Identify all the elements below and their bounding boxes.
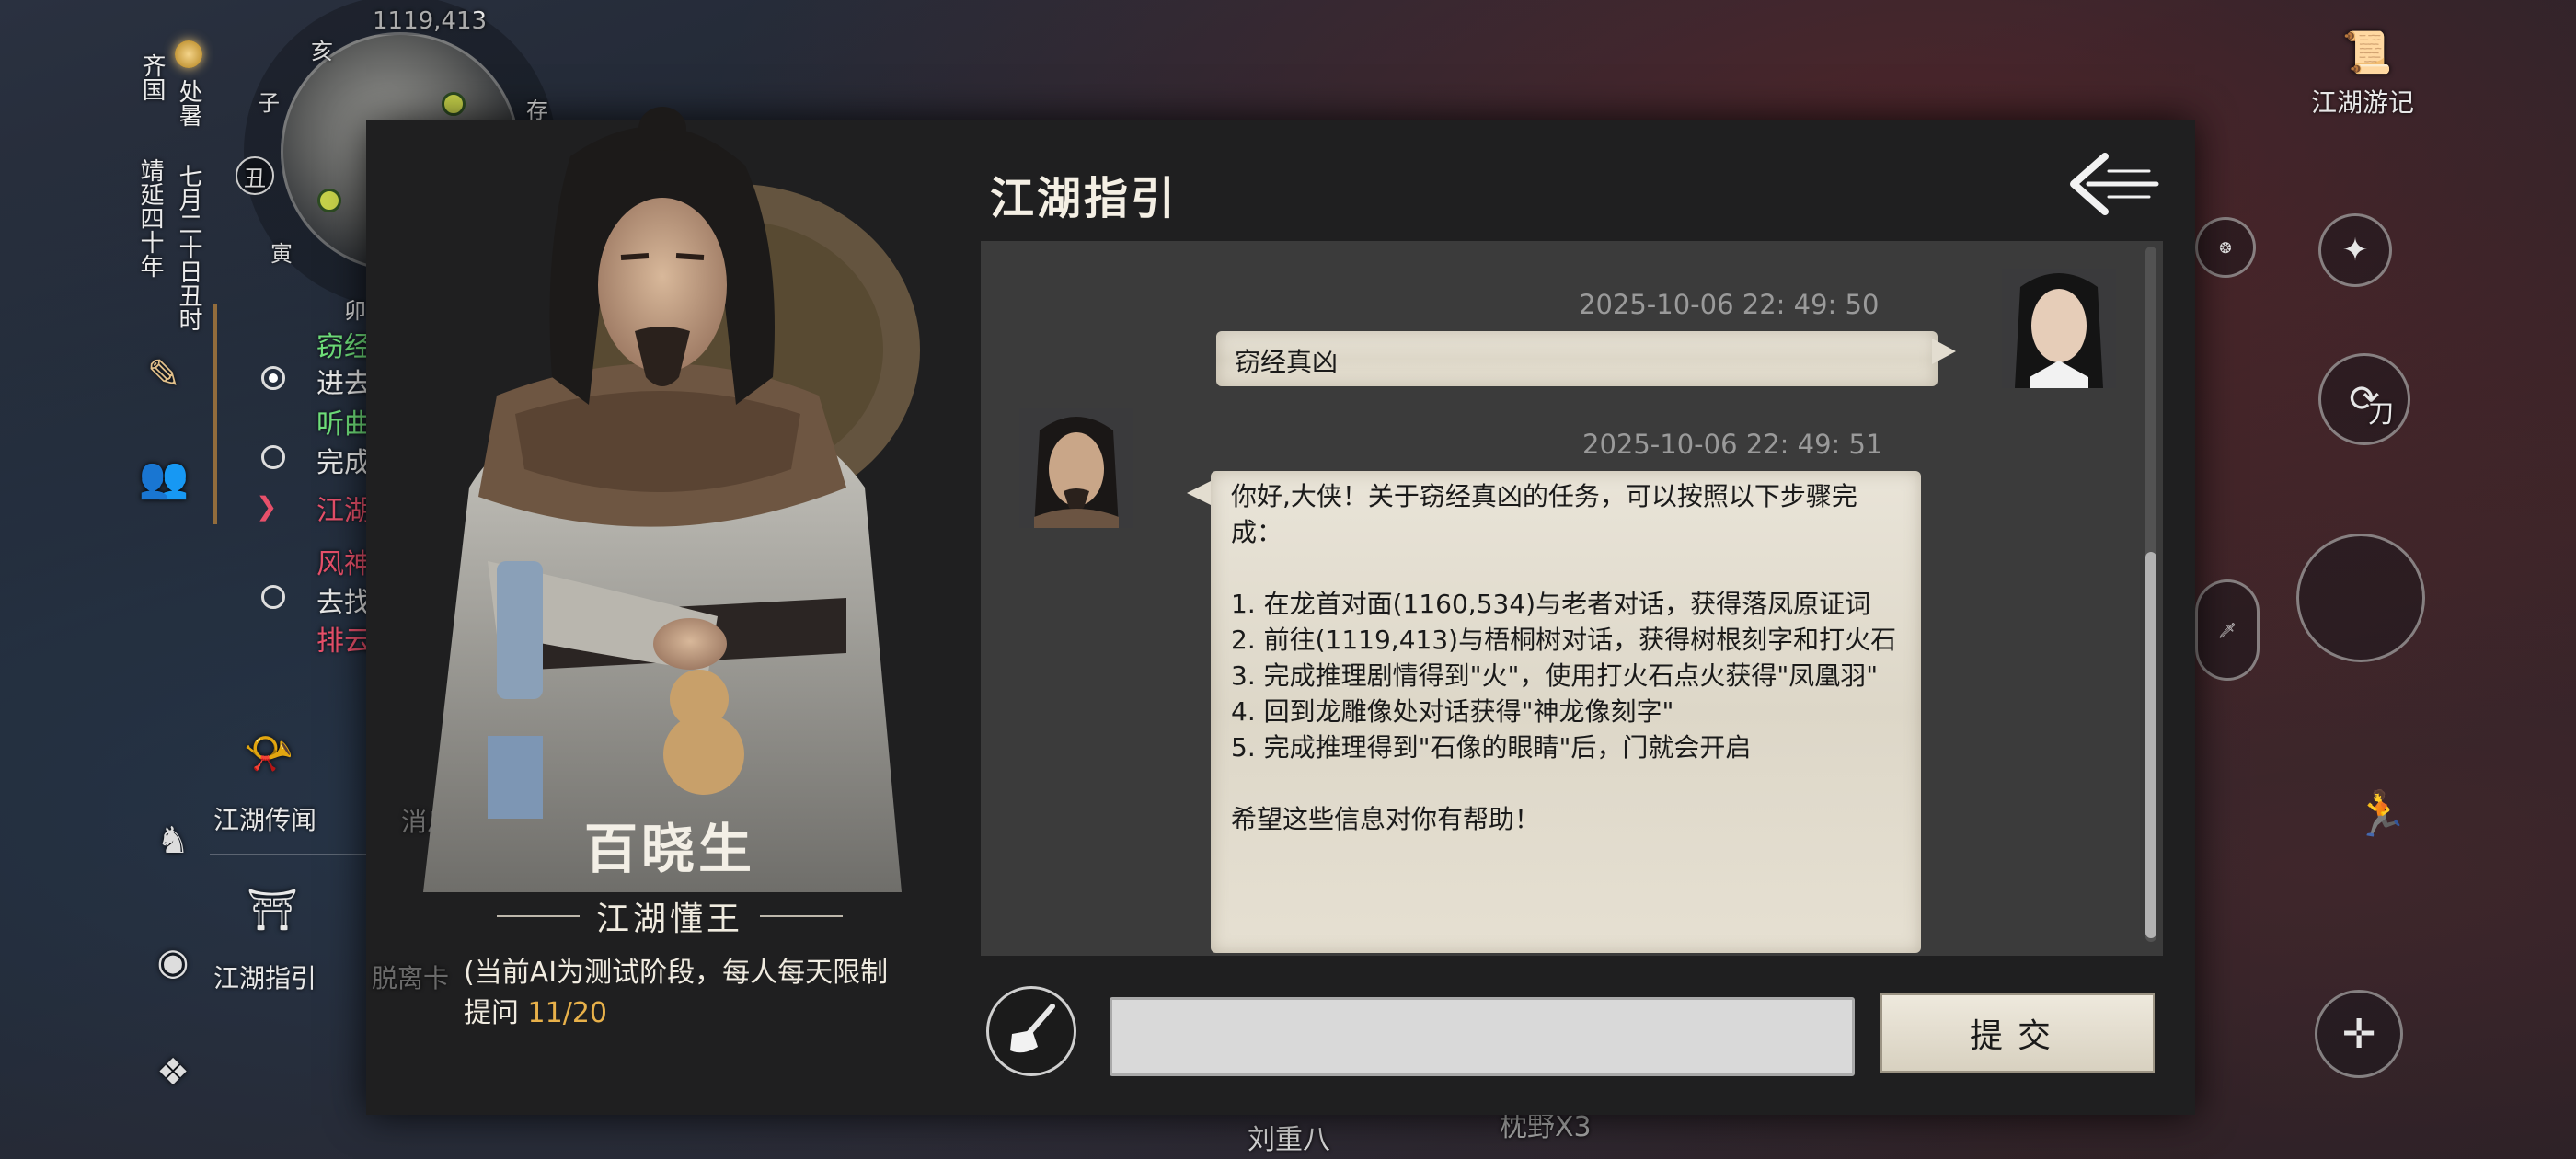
faded-menu-label: 脱离卡 <box>372 963 450 993</box>
diamond-menu-icon[interactable]: ❖ <box>145 1045 201 1100</box>
npc-name: 百晓生 <box>583 818 755 880</box>
usage-count: 11/20 <box>527 997 608 1029</box>
brush-icon[interactable] <box>986 986 1076 1076</box>
jianghu-skill-icon[interactable]: ✦ <box>2318 213 2392 287</box>
zodiac-label: 亥 <box>311 39 333 64</box>
team-icon[interactable]: 👥 <box>136 451 191 506</box>
npc-avatar <box>1019 408 1133 528</box>
message-timestamp: 2025-10-06 22: 49: 50 <box>1579 289 1880 320</box>
quest-radio[interactable] <box>261 366 285 390</box>
submit-button[interactable]: 提交 <box>1880 993 2155 1073</box>
date-detail-label: 七月二十日丑时 <box>175 164 202 331</box>
zodiac-label: 卯 <box>344 298 366 324</box>
sword-skill-icon[interactable]: 🗡 <box>2195 580 2260 681</box>
skill-icon[interactable]: ❂ <box>2195 217 2256 278</box>
quest-title[interactable]: 排云 <box>316 618 372 659</box>
weapon-label: 刀 <box>2368 398 2395 429</box>
chat-scrollbar-thumb[interactable] <box>2145 552 2156 938</box>
action-button[interactable] <box>2296 534 2425 662</box>
back-arrow-icon[interactable] <box>2061 147 2162 221</box>
npc-title: 江湖懂王 <box>596 901 744 938</box>
scroll-icon[interactable]: ✎ <box>136 348 191 403</box>
era-date-label: 靖延四十年 <box>136 158 164 278</box>
bottom-npc-label: 刘重八 <box>1248 1124 1330 1156</box>
message-timestamp: 2025-10-06 22: 49: 51 <box>1582 429 1883 460</box>
quest-radio[interactable] <box>261 585 285 609</box>
region-label: 齐国 <box>138 53 166 101</box>
zodiac-label: 寅 <box>270 241 293 267</box>
weapon-switch-icon[interactable]: ⟳ <box>2318 353 2410 445</box>
quest-divider <box>213 304 217 524</box>
npc-title-row: 江湖懂王 <box>497 892 844 940</box>
target-icon[interactable]: ✛ <box>2315 990 2403 1078</box>
quest-title[interactable]: 风神 <box>316 541 372 581</box>
minimap-marker-icon <box>317 189 341 212</box>
map-coordinates: 1119,413 <box>373 7 488 35</box>
question-input[interactable] <box>1110 997 1855 1076</box>
bubble-tail <box>1932 339 1956 364</box>
eye-icon[interactable]: ◉ <box>145 935 201 990</box>
solar-term-label: 处暑 <box>175 79 202 127</box>
menu-guide[interactable]: 江湖指引 <box>213 958 316 995</box>
user-avatar <box>2002 269 2116 388</box>
title-divider-right <box>760 915 844 917</box>
quest-radio[interactable] <box>261 445 285 469</box>
bubble-tail <box>1187 480 1213 506</box>
modal-title: 江湖指引 <box>990 173 1179 224</box>
chevron-down-icon[interactable]: ❯ <box>256 491 277 522</box>
zodiac-current: 丑 <box>236 156 274 195</box>
title-divider-left <box>497 915 580 917</box>
quest-step[interactable]: 去找 <box>316 580 372 620</box>
usage-note: (当前AI为测试阶段，每人每天限制提问 11/20 <box>464 953 905 1034</box>
sage-icon[interactable]: ⛩ <box>245 883 300 938</box>
zodiac-label: 子 <box>258 90 280 116</box>
journal-icon[interactable]: 📜 <box>2335 26 2399 81</box>
npc-portrait <box>423 107 920 892</box>
dodge-icon[interactable]: 🏃 <box>2353 787 2409 840</box>
horn-icon[interactable]: 📯 <box>241 727 296 782</box>
journal-label[interactable]: 江湖游记 <box>2311 83 2414 120</box>
menu-divider <box>210 854 375 855</box>
horse-icon[interactable]: ♞ <box>145 813 201 868</box>
user-message-bubble: 窃经真凶 <box>1216 331 1938 386</box>
sun-icon <box>175 40 202 68</box>
menu-rumors[interactable]: 江湖传闻 <box>213 800 316 837</box>
npc-message-bubble: 你好,大侠！关于窃经真凶的任务，可以按照以下步骤完成： 1. 在龙首对面(116… <box>1211 471 1921 953</box>
